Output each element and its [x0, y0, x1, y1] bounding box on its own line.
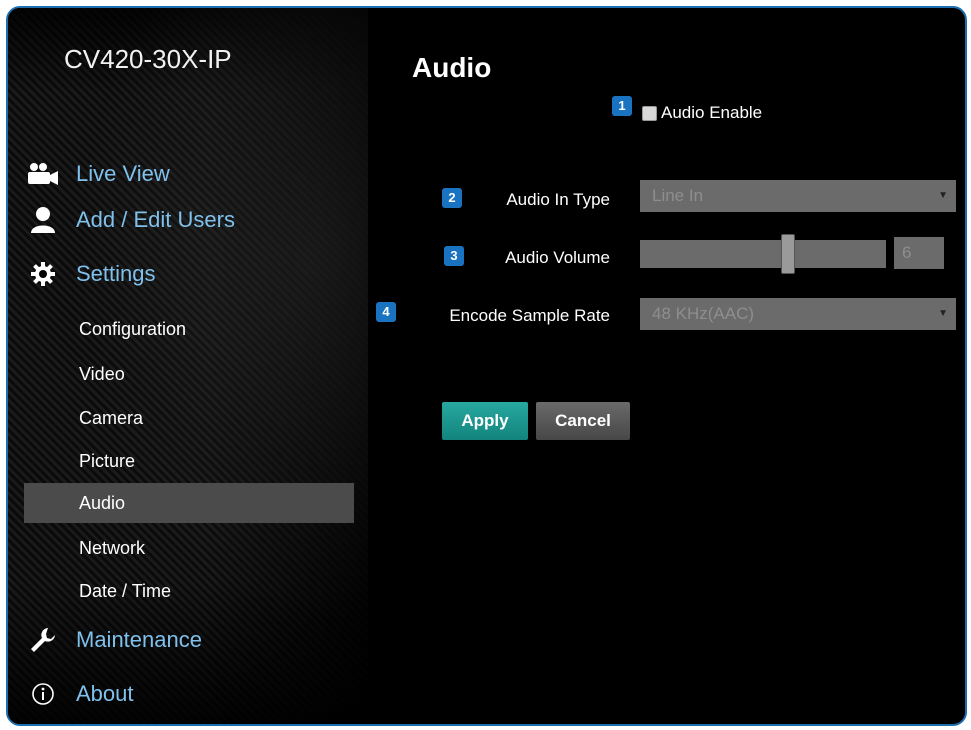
- encode-sample-rate-label: Encode Sample Rate: [449, 306, 610, 325]
- nav-settings[interactable]: Settings: [26, 260, 156, 288]
- nav-about[interactable]: About: [26, 680, 134, 708]
- encode-sample-rate-value: 48 KHz(AAC): [652, 304, 755, 323]
- audio-enable-checkbox[interactable]: [642, 106, 657, 121]
- audio-in-type-value: Line In: [652, 186, 704, 205]
- callout-badge-2: 2: [442, 188, 462, 208]
- sidebar-item-video[interactable]: Video: [24, 354, 354, 394]
- nav-settings-label: Settings: [76, 261, 156, 286]
- sidebar-item-audio[interactable]: Audio: [24, 483, 354, 523]
- sidebar-item-camera[interactable]: Camera: [24, 398, 354, 438]
- nav-maintenance-label: Maintenance: [76, 627, 202, 652]
- audio-enable-label: Audio Enable: [661, 103, 763, 122]
- callout-badge-3: 3: [444, 246, 464, 266]
- audio-volume-value[interactable]: 6: [894, 237, 944, 269]
- sidebar-item-configuration[interactable]: Configuration: [24, 309, 354, 349]
- audio-volume-slider[interactable]: [640, 240, 886, 268]
- dropdown-arrow-icon: ▼: [938, 190, 948, 201]
- dropdown-arrow-icon: ▼: [938, 308, 948, 319]
- camera-users-icon: [26, 160, 60, 188]
- wrench-icon: [26, 626, 60, 654]
- page-title: Audio: [412, 52, 492, 83]
- info-icon: [26, 680, 60, 708]
- audio-in-type-select[interactable]: Line In ▼: [640, 180, 956, 212]
- nav-live-view-label: Live View: [76, 161, 170, 186]
- app-frame: CV420-30X-IP Live View Add / Edit Users …: [6, 6, 967, 726]
- sidebar-item-picture[interactable]: Picture: [24, 441, 354, 481]
- nav-add-edit-users-label: Add / Edit Users: [76, 207, 235, 232]
- nav-maintenance[interactable]: Maintenance: [26, 626, 202, 654]
- sidebar-item-date-time[interactable]: Date / Time: [24, 571, 354, 611]
- user-icon: [26, 206, 60, 234]
- sidebar: CV420-30X-IP Live View Add / Edit Users …: [8, 8, 368, 724]
- callout-badge-1: 1: [612, 96, 632, 116]
- audio-volume-label: Audio Volume: [505, 248, 610, 267]
- nav-live-view[interactable]: Live View: [26, 160, 170, 188]
- sidebar-item-network[interactable]: Network: [24, 528, 354, 568]
- callout-badge-4: 4: [376, 302, 396, 322]
- nav-about-label: About: [76, 681, 134, 706]
- gear-icon: [26, 260, 60, 288]
- nav-add-edit-users[interactable]: Add / Edit Users: [26, 206, 235, 234]
- encode-sample-rate-select[interactable]: 48 KHz(AAC) ▼: [640, 298, 956, 330]
- audio-in-type-label: Audio In Type: [506, 190, 610, 209]
- cancel-button[interactable]: Cancel: [536, 402, 630, 440]
- apply-button[interactable]: Apply: [442, 402, 528, 440]
- device-model: CV420-30X-IP: [64, 44, 232, 74]
- audio-volume-slider-handle[interactable]: [780, 234, 795, 274]
